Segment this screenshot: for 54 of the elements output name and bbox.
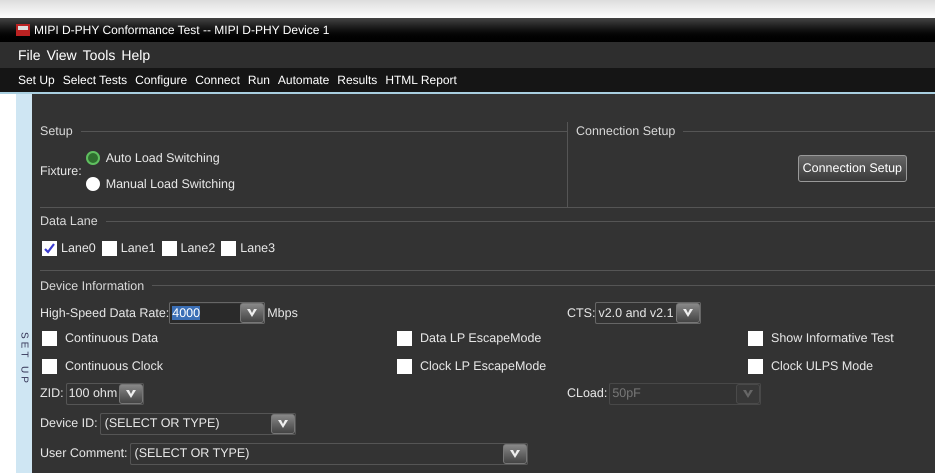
section-title: Setup bbox=[40, 123, 73, 140]
checkbox[interactable] bbox=[748, 358, 763, 374]
checkmark-icon bbox=[44, 242, 55, 254]
checkbox-label: Lane2 bbox=[180, 240, 216, 257]
fixture-label: Fixture: bbox=[40, 162, 82, 180]
menu-item[interactable]: Help bbox=[121, 44, 150, 66]
field-label: CTS: bbox=[567, 304, 596, 322]
side-tab[interactable]: SET UP bbox=[16, 94, 32, 473]
section-title: Data Lane bbox=[40, 213, 98, 230]
field-label: ZID: bbox=[40, 385, 64, 402]
connection-setup-button[interactable]: Connection Setup bbox=[798, 154, 907, 182]
checkbox-label: Lane0 bbox=[61, 240, 96, 257]
section-title: Device Information bbox=[40, 278, 144, 294]
checkbox-label: Continuous Data bbox=[65, 330, 158, 348]
checkbox[interactable] bbox=[221, 240, 236, 256]
field-label: User Comment: bbox=[40, 445, 128, 462]
menu-item[interactable]: File bbox=[18, 44, 41, 66]
toolbar-item[interactable]: HTML Report bbox=[385, 71, 457, 89]
toolbar-item[interactable]: Select Tests bbox=[62, 71, 128, 89]
radio-label: Manual Load Switching bbox=[106, 176, 235, 193]
menu-item[interactable]: Tools bbox=[82, 44, 116, 66]
checkbox-label: Data LP EscapeMode bbox=[420, 330, 542, 348]
checkbox[interactable] bbox=[42, 358, 57, 374]
radio-button[interactable] bbox=[86, 151, 100, 166]
checkbox[interactable] bbox=[397, 358, 412, 374]
app-icon bbox=[16, 24, 30, 36]
checkbox-label: Continuous Clock bbox=[65, 358, 163, 375]
checkbox[interactable] bbox=[102, 240, 117, 256]
field-label: High-Speed Data Rate: bbox=[40, 304, 170, 322]
toolbar-item[interactable]: Configure bbox=[135, 71, 188, 89]
toolbar-item[interactable]: Automate bbox=[278, 71, 330, 89]
field-label: CLoad: bbox=[567, 385, 608, 402]
window-title: MIPI D-PHY Conformance Test -- MIPI D-PHY Device 1 bbox=[34, 22, 330, 39]
checkbox[interactable] bbox=[42, 240, 57, 256]
checkbox[interactable] bbox=[748, 331, 763, 346]
side-tab-label: SET UP bbox=[18, 332, 30, 386]
section-title: Connection Setup bbox=[576, 123, 676, 140]
checkbox[interactable] bbox=[162, 240, 177, 256]
toolbar-item[interactable]: Results bbox=[337, 71, 378, 89]
radio-button[interactable] bbox=[86, 176, 100, 191]
checkbox-label: Lane1 bbox=[120, 240, 156, 257]
radio-label: Auto Load Switching bbox=[106, 150, 220, 167]
toolbar-item[interactable]: Run bbox=[248, 71, 270, 89]
checkbox[interactable] bbox=[42, 331, 57, 346]
toolbar-item[interactable]: Connect bbox=[195, 71, 240, 89]
unit-label: Mbps bbox=[267, 304, 298, 322]
checkbox-label: Show Informative Test bbox=[771, 330, 894, 348]
checkbox-label: Clock LP EscapeMode bbox=[420, 358, 546, 375]
checkbox-label: Clock ULPS Mode bbox=[771, 358, 874, 375]
checkbox[interactable] bbox=[397, 331, 412, 346]
field-label: Device ID: bbox=[40, 415, 98, 432]
checkbox-label: Lane3 bbox=[240, 240, 276, 257]
toolbar-item[interactable]: Set Up bbox=[18, 71, 55, 89]
menu-item[interactable]: View bbox=[46, 44, 77, 66]
